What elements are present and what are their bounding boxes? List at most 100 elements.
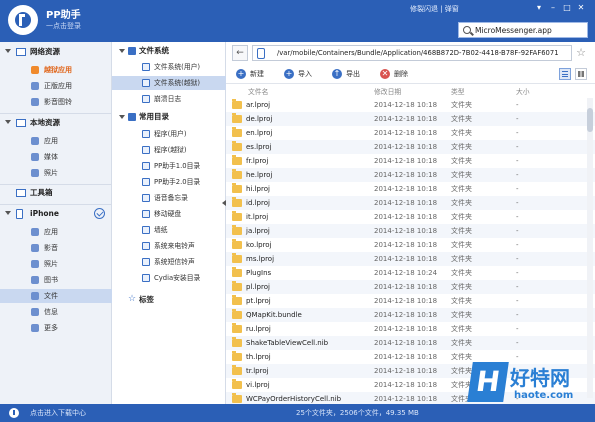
sidebar-item-iphone-photos[interactable]: 照片 [0,257,112,271]
tree-item-usb-drive[interactable]: 移动硬盘 [112,207,226,221]
tree-item-crash-logs[interactable]: 崩溃日志 [112,92,226,106]
sidebar-item-iphone-messages[interactable]: 信息 [0,305,112,319]
back-button[interactable]: ← [232,45,248,61]
delete-button[interactable]: ✕ 删除 [378,67,408,81]
file-date: 2014-12-18 10:18 [374,283,438,291]
new-button[interactable]: + 新建 [234,67,264,81]
folder-icon [232,239,242,249]
file-date: 2014-12-18 10:18 [374,255,438,263]
minimize-button[interactable]: – [548,3,558,13]
tree-item-pp2-dir[interactable]: PP助手2.0目录 [112,175,226,189]
file-type: 文件夹 [451,143,472,151]
folder-icon [232,267,242,277]
tree-item-programs-jailbreak[interactable]: 程序(越狱) [112,143,226,157]
column-type[interactable]: 类型 [451,86,465,96]
file-date: 2014-12-18 10:18 [374,311,438,319]
tree-item-fs-user[interactable]: 文件系统(用户) [112,60,226,74]
close-button[interactable]: ✕ [576,3,586,13]
file-name: PlugIns [246,269,272,277]
sidebar-item-iphone-files[interactable]: 文件 [0,289,112,303]
table-row[interactable]: fr.lproj 2014-12-18 10:18 文件夹 - [226,154,595,168]
table-row[interactable]: id.lproj 2014-12-18 10:18 文件夹 - [226,196,595,210]
tree-group-filesystem[interactable]: 文件系统 [112,44,226,58]
file-type: 文件夹 [451,213,472,221]
tree-item-wallpaper[interactable]: 墙纸 [112,223,226,237]
table-row[interactable]: he.lproj 2014-12-18 10:18 文件夹 - [226,168,595,182]
file-date: 2014-12-18 10:18 [374,367,438,375]
table-row[interactable]: PlugIns 2014-12-18 10:24 文件夹 - [226,266,595,280]
download-center-link[interactable]: 点击进入下载中心 [30,408,86,418]
table-row[interactable]: ShakeTableViewCell.nib 2014-12-18 10:18 文件… [226,336,595,350]
file-name: th.lproj [246,353,271,361]
file-name: en.lproj [246,129,273,137]
tree-item-programs-user[interactable]: 程序(用户) [112,127,226,141]
table-row[interactable]: QMapKit.bundle 2014-12-18 10:18 文件夹 - [226,308,595,322]
pp-logo-icon[interactable] [8,5,38,35]
sidebar-section-network[interactable]: 网络资源 [0,44,112,60]
top-links[interactable]: 修裂闪退 | 弹窗 [410,4,459,14]
column-name[interactable]: 文件名 [248,86,268,96]
table-row[interactable]: en.lproj 2014-12-18 10:18 文件夹 - [226,126,595,140]
table-row[interactable]: ja.lproj 2014-12-18 10:18 文件夹 - [226,224,595,238]
favorite-star-icon[interactable]: ☆ [574,46,588,60]
sidebar-item-iphone-books[interactable]: 图书 [0,273,112,287]
tree-group-common-dirs[interactable]: 常用目录 [112,110,226,124]
column-date[interactable]: 修改日期 [374,86,401,96]
menu-dropdown-icon[interactable]: ▾ [534,3,544,13]
table-row[interactable]: pt.lproj 2014-12-18 10:18 文件夹 - [226,294,595,308]
scroll-thumb[interactable] [587,108,593,132]
file-type: 文件夹 [451,297,472,305]
tree-item-fs-jailbreak[interactable]: 文件系统(越狱) [112,76,226,90]
search-input[interactable]: MicroMessenger.app [458,22,588,38]
scrollbar[interactable] [587,98,593,398]
list-view-button[interactable] [559,68,571,80]
tree-group-bookmarks[interactable]: ☆ 标签 [112,293,226,307]
sidebar-section-toolbox[interactable]: 工具箱 [0,185,112,201]
login-link[interactable]: 一点击登录 [46,21,81,31]
sidebar-item-media[interactable]: 影音图铃 [0,95,112,109]
table-row[interactable]: it.lproj 2014-12-18 10:18 文件夹 - [226,210,595,224]
tree-item-sms-tones[interactable]: 系统短信铃声 [112,255,226,269]
sidebar-item-local-media[interactable]: 媒体 [0,150,112,164]
table-row[interactable]: ko.lproj 2014-12-18 10:18 文件夹 - [226,238,595,252]
file-date: 2014-12-18 10:18 [374,171,438,179]
sidebar-item-local-photos[interactable]: 照片 [0,166,112,180]
table-row[interactable]: hi.lproj 2014-12-18 10:18 文件夹 - [226,182,595,196]
file-name: fr.lproj [246,157,269,165]
file-date: 2014-12-18 10:18 [374,381,438,389]
file-type: 文件夹 [451,311,472,319]
table-row[interactable]: ms.lproj 2014-12-18 10:18 文件夹 - [226,252,595,266]
tree-item-cydia-dir[interactable]: Cydia安装目录 [112,271,226,285]
path-field[interactable]: /var/mobile/Containers/Bundle/Applicatio… [252,45,572,61]
bell-icon [142,242,150,250]
sidebar-item-iphone-media[interactable]: 影音 [0,241,112,255]
file-name: ru.lproj [246,325,271,333]
export-icon: ↑ [332,69,342,79]
watermark-url: haote.com [514,390,574,401]
table-row[interactable]: de.lproj 2014-12-18 10:18 文件夹 - [226,112,595,126]
import-button[interactable]: + 导入 [282,67,312,81]
table-row[interactable]: pl.lproj 2014-12-18 10:18 文件夹 - [226,280,595,294]
import-icon: + [284,69,294,79]
sidebar-item-jailbreak-apps[interactable]: 越狱应用 [0,63,112,77]
table-row[interactable]: ar.lproj 2014-12-18 10:18 文件夹 - [226,98,595,112]
table-row[interactable]: ru.lproj 2014-12-18 10:18 文件夹 - [226,322,595,336]
tree-item-ringtones[interactable]: 系统来电铃声 [112,239,226,253]
collapse-arrow-icon [119,49,125,53]
folder-icon [232,379,242,389]
sidebar-section-local[interactable]: 本地资源 [0,115,112,131]
column-size[interactable]: 大小 [516,86,530,96]
tree-item-voice-memos[interactable]: 语音备忘录 [112,191,226,205]
tree-item-pp1-dir[interactable]: PP助手1.0目录 [112,159,226,173]
download-icon[interactable] [9,408,19,418]
sidebar-item-official-apps[interactable]: 正版应用 [0,79,112,93]
sidebar-item-iphone-apps[interactable]: 应用 [0,225,112,239]
grid-view-button[interactable] [575,68,587,80]
sidebar-item-local-apps[interactable]: 应用 [0,134,112,148]
table-row[interactable]: es.lproj 2014-12-18 10:18 文件夹 - [226,140,595,154]
export-button[interactable]: ↑ 导出 [330,67,360,81]
file-name: hi.lproj [246,185,270,193]
site-watermark: H 好特网 haote.com [467,362,595,404]
maximize-button[interactable]: □ [562,3,572,13]
sidebar-item-iphone-more[interactable]: 更多 [0,321,112,335]
